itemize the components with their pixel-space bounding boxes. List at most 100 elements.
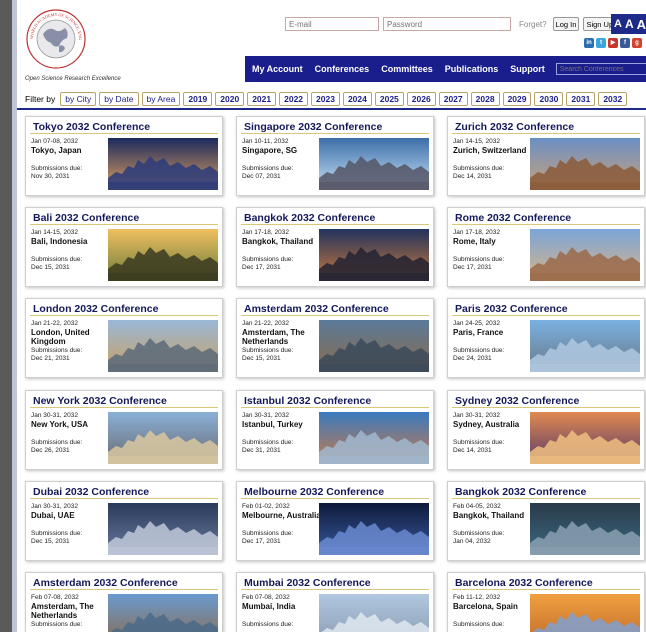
search-conferences-input[interactable] — [555, 63, 646, 75]
header: WORLD ACADEMY OF SCIENCE, ENGINEERING AN… — [17, 0, 646, 88]
city-photo[interactable] — [108, 320, 218, 372]
city-photo[interactable] — [108, 503, 218, 555]
login-button[interactable]: Log In — [552, 17, 580, 31]
linkedin-icon[interactable]: in — [584, 38, 594, 48]
conference-card[interactable]: Rome 2032 Conference Jan 17-18, 2032 Rome,… — [447, 207, 645, 287]
filter-by-city[interactable]: by City — [60, 91, 97, 106]
conference-title[interactable]: Dubai 2032 Conference — [30, 482, 218, 499]
conference-title[interactable]: Sydney 2032 Conference — [452, 391, 640, 408]
conference-title[interactable]: Rome 2032 Conference — [452, 208, 640, 225]
forgot-link[interactable]: Forget? — [519, 20, 547, 29]
conference-city: Amsterdam, The Netherlands — [31, 602, 94, 620]
nav-publications[interactable]: Publications — [445, 64, 499, 74]
twitter-icon[interactable]: t — [596, 38, 606, 48]
conference-card[interactable]: Amsterdam 2032 Conference Jan 21-22, 2032… — [236, 298, 434, 378]
conference-card[interactable]: Amsterdam 2032 Conference Feb 07-08, 2032… — [25, 572, 223, 632]
nav-my-account[interactable]: My Account — [252, 64, 303, 74]
nav-support[interactable]: Support — [510, 64, 545, 74]
city-photo[interactable] — [319, 320, 429, 372]
conference-title[interactable]: Zurich 2032 Conference — [452, 117, 640, 134]
city-photo[interactable] — [108, 594, 218, 632]
year-filter[interactable]: 2024 — [342, 91, 372, 106]
submissions-due-label: Submissions due: — [31, 621, 83, 628]
filter-by-date[interactable]: by Date — [99, 91, 139, 106]
city-photo[interactable] — [530, 594, 640, 632]
city-photo[interactable] — [108, 229, 218, 281]
city-photo[interactable] — [319, 138, 429, 190]
conference-card[interactable]: Singapore 2032 Conference Jan 10-11, 2032… — [236, 116, 434, 196]
conference-city: Paris, France — [453, 328, 504, 337]
font-size-large-button[interactable]: A — [637, 17, 646, 32]
city-photo[interactable] — [319, 412, 429, 464]
conference-card[interactable]: Bangkok 2032 Conference Feb 04-05, 2032 Ba… — [447, 481, 645, 561]
year-filter[interactable]: 2020 — [215, 91, 245, 106]
conference-title[interactable]: Bangkok 2032 Conference — [241, 208, 429, 225]
conference-card[interactable]: Sydney 2032 Conference Jan 30-31, 2032 Syd… — [447, 390, 645, 470]
conference-card[interactable]: Mumbai 2032 Conference Feb 07-08, 2032 Mum… — [236, 572, 434, 632]
conference-card[interactable]: Bali 2032 Conference Jan 14-15, 2032 Bali,… — [25, 207, 223, 287]
conference-card[interactable]: Istanbul 2032 Conference Jan 30-31, 2032 I… — [236, 390, 434, 470]
city-photo[interactable] — [530, 229, 640, 281]
conference-card[interactable]: New York 2032 Conference Jan 30-31, 2032 N… — [25, 390, 223, 470]
conference-title[interactable]: London 2032 Conference — [30, 299, 218, 316]
conference-title[interactable]: Melbourne 2032 Conference — [241, 482, 429, 499]
password-field[interactable] — [383, 17, 511, 31]
conference-card[interactable]: Dubai 2032 Conference Jan 30-31, 2032 Duba… — [25, 481, 223, 561]
city-photo[interactable] — [530, 503, 640, 555]
city-photo[interactable] — [319, 594, 429, 632]
facebook-icon[interactable]: f — [620, 38, 630, 48]
city-photo[interactable] — [530, 320, 640, 372]
academy-logo[interactable]: WORLD ACADEMY OF SCIENCE, ENGINEERING AN… — [25, 8, 87, 70]
year-filter[interactable]: 2030 — [534, 91, 564, 106]
conference-title[interactable]: Istanbul 2032 Conference — [241, 391, 429, 408]
conference-title[interactable]: Tokyo 2032 Conference — [30, 117, 218, 134]
year-filter[interactable]: 2025 — [374, 91, 404, 106]
googleplus-icon[interactable]: g — [632, 38, 642, 48]
conference-card[interactable]: Melbourne 2032 Conference Feb 01-02, 2032… — [236, 481, 434, 561]
year-filter[interactable]: 2027 — [438, 91, 468, 106]
conference-info: Jan 30-31, 2032 Istanbul, Turkey — [242, 412, 322, 429]
year-filter[interactable]: 2021 — [247, 91, 277, 106]
city-photo[interactable] — [108, 412, 218, 464]
conference-title[interactable]: Barcelona 2032 Conference — [452, 573, 640, 590]
filter-by-area[interactable]: by Area — [141, 91, 181, 106]
year-filter[interactable]: 2019 — [183, 91, 213, 106]
font-size-medium-button[interactable]: A — [625, 17, 634, 31]
conference-title[interactable]: Bali 2032 Conference — [30, 208, 218, 225]
city-photo[interactable] — [108, 138, 218, 190]
year-filter[interactable]: 2023 — [311, 91, 340, 106]
year-filter[interactable]: 2022 — [279, 91, 309, 106]
conference-title[interactable]: Amsterdam 2032 Conference — [241, 299, 429, 316]
conference-title[interactable]: Singapore 2032 Conference — [241, 117, 429, 134]
year-filter[interactable]: 2029 — [502, 91, 532, 106]
year-filter[interactable]: 2031 — [566, 91, 596, 106]
city-photo[interactable] — [530, 138, 640, 190]
conference-card[interactable]: Barcelona 2032 Conference Feb 11-12, 2032… — [447, 572, 645, 632]
conference-title[interactable]: Amsterdam 2032 Conference — [30, 573, 218, 590]
submissions-due: Submissions due: Dec 31, 2031 — [242, 439, 293, 455]
conference-card[interactable]: Zurich 2032 Conference Jan 14-15, 2032 Zur… — [447, 116, 645, 196]
conference-card[interactable]: Bangkok 2032 Conference Jan 17-18, 2032 Ba… — [236, 207, 434, 287]
city-photo[interactable] — [319, 503, 429, 555]
year-filter[interactable]: 2026 — [406, 91, 436, 106]
youtube-icon[interactable]: ▶ — [608, 38, 618, 48]
city-photo[interactable] — [319, 229, 429, 281]
conference-card[interactable]: London 2032 Conference Jan 21-22, 2032 Lon… — [25, 298, 223, 378]
conference-info: Jan 30-31, 2032 Dubai, UAE — [31, 503, 111, 520]
conference-title[interactable]: Mumbai 2032 Conference — [241, 573, 429, 590]
conference-title[interactable]: Paris 2032 Conference — [452, 299, 640, 316]
nav-committees[interactable]: Committees — [381, 64, 433, 74]
year-filter[interactable]: 2028 — [470, 91, 500, 106]
conference-title[interactable]: Bangkok 2032 Conference — [452, 482, 640, 499]
nav-conferences[interactable]: Conferences — [315, 64, 370, 74]
submissions-due-label: Submissions due: — [31, 165, 83, 172]
font-size-small-button[interactable]: A — [614, 18, 622, 30]
conference-card[interactable]: Tokyo 2032 Conference Jan 07-08, 2032 Toky… — [25, 116, 223, 196]
email-field[interactable] — [285, 17, 379, 31]
conference-city: Zurich, Switzerland — [453, 146, 527, 155]
login-bar: Forget? Log In Sign Up — [285, 17, 617, 31]
conference-title[interactable]: New York 2032 Conference — [30, 391, 218, 408]
conference-card[interactable]: Paris 2032 Conference Jan 24-25, 2032 Pari… — [447, 298, 645, 378]
year-filter[interactable]: 2032 — [598, 91, 628, 106]
city-photo[interactable] — [530, 412, 640, 464]
